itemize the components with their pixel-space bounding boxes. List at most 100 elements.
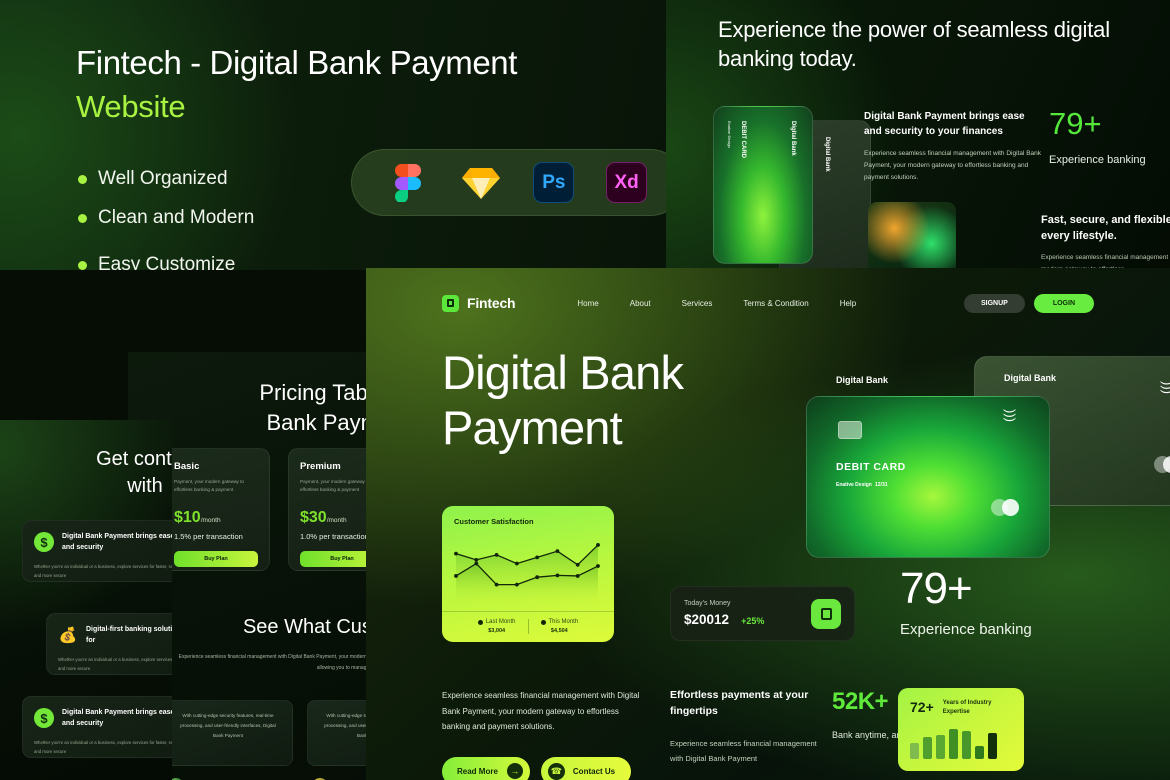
- features-heading-line2: with: [127, 475, 163, 497]
- effortless-title: Effortless payments at your fingertips: [670, 689, 809, 717]
- feature-card-head: $ Digital Bank Payment brings ease and s…: [34, 531, 172, 553]
- hero-paragraph: Experience seamless financial management…: [442, 691, 640, 732]
- read-more-button[interactable]: Read More →: [442, 756, 530, 780]
- card-chip-icon: [838, 421, 862, 439]
- bar: [923, 737, 932, 759]
- experience-stat-value: 79+: [900, 564, 973, 613]
- hero-bottom-text-block: Experience seamless financial management…: [442, 688, 647, 780]
- feature-text: Whether you're an individual or a busine…: [34, 564, 172, 579]
- hero-title-line1: Digital Bank: [442, 346, 684, 399]
- showcase-block1-text: Experience seamless financial management…: [864, 150, 1042, 182]
- legend-marker-icon: [540, 619, 546, 625]
- feature-card: $ Digital Bank Payment brings ease and s…: [22, 696, 172, 758]
- hero-title-line2: Payment: [442, 400, 623, 454]
- hero-card-stack: Digital Bank ))) Digital Bank DEBIT CARD…: [806, 356, 1170, 558]
- photoshop-icon: Ps: [533, 162, 575, 204]
- bar: [949, 728, 958, 759]
- feature-card-head: 💰 Digital-first banking solutions built …: [58, 624, 172, 646]
- feature-card: $ Digital Bank Payment brings ease and s…: [22, 520, 172, 582]
- legend-marker-icon: [477, 619, 483, 625]
- promo-subtitle: Website: [76, 89, 186, 124]
- navbar: Fintech Home About Services Terms & Cond…: [366, 286, 1170, 320]
- promo-feature-list: Well Organized Clean and Modern Easy Cus…: [78, 168, 254, 270]
- hero-title: Digital Bank Payment: [442, 346, 782, 456]
- testimonial-author: Jessica - Tech Enthusiast ★★★★★: [168, 772, 268, 780]
- promo-title: Fintech - Digital Bank Payment: [76, 44, 518, 81]
- satisfaction-line-chart: [454, 543, 600, 606]
- money-value: $20012: [684, 612, 730, 627]
- card-type-label: DEBIT CARD: [836, 461, 906, 473]
- bar: [988, 733, 997, 759]
- feature-card: 💰 Digital-first banking solutions built …: [46, 613, 172, 675]
- adobe-xd-icon: Xd: [606, 162, 648, 204]
- photoshop-label: Ps: [533, 162, 575, 203]
- plan-transaction: 1.5% per transaction: [174, 531, 243, 541]
- nav-item-about[interactable]: About: [630, 299, 651, 308]
- feature-title: Digital-first banking solutions built fo…: [86, 626, 172, 645]
- contact-us-label: Contact Us: [572, 766, 616, 776]
- testimonial-text: With cutting-edge security features, rea…: [180, 713, 276, 739]
- chart-title: Customer Satisfaction: [454, 517, 534, 526]
- fintech-logo-icon: [442, 294, 459, 312]
- brand-logo[interactable]: Fintech: [442, 294, 516, 312]
- bullet-icon: [78, 213, 87, 223]
- features-heading-line1: Get control: [96, 448, 172, 470]
- pricing-card-basic[interactable]: Basic Payment, your modern gateway to ef…: [162, 448, 270, 571]
- experience-stat-label: Experience banking: [900, 621, 1032, 638]
- list-item: Well Organized: [78, 168, 254, 190]
- feature-title: Digital Bank Payment brings ease and sec…: [62, 709, 172, 728]
- todays-money-widget: Today's Money $20012 +25%: [670, 586, 855, 641]
- legend-label: This Month: [548, 619, 579, 625]
- list-item: Clean and Modern: [78, 207, 254, 229]
- adobe-xd-label: Xd: [606, 162, 648, 203]
- card-logo-circle: [1002, 499, 1019, 516]
- effortless-block: Effortless payments at your fingertips E…: [670, 688, 820, 766]
- customer-satisfaction-card: Customer Satisfaction Last Month $3,004: [442, 506, 614, 642]
- plan-name: Basic: [174, 461, 200, 472]
- nav-item-services[interactable]: Services: [682, 299, 713, 308]
- login-button[interactable]: LOGIN: [1033, 293, 1094, 313]
- promo-panel: Fintech - Digital Bank Payment Website W…: [0, 0, 666, 270]
- showcase-stat-label: Experience banking: [1049, 154, 1146, 166]
- money-label: Today's Money: [684, 600, 731, 607]
- read-more-label: Read More: [457, 766, 498, 776]
- nav-item-home[interactable]: Home: [577, 299, 598, 308]
- plan-price-period: /month: [326, 516, 347, 524]
- promo-feature-label: Well Organized: [98, 168, 228, 189]
- signup-button[interactable]: SIGNUP: [963, 293, 1025, 313]
- testimonial-card: With cutting-edge security features, rea…: [163, 700, 293, 766]
- promo-feature-label: Clean and Modern: [98, 207, 255, 228]
- hero-cta-group: Read More → ☎ Contact Us: [442, 756, 647, 780]
- contact-us-button[interactable]: ☎ Contact Us: [540, 756, 632, 780]
- expertise-value: 72+: [910, 699, 934, 715]
- buy-plan-button[interactable]: Buy Plan: [174, 550, 258, 567]
- brand-name: Fintech: [467, 295, 516, 311]
- wallet-icon: [811, 598, 841, 629]
- expertise-bar-chart: [910, 726, 1012, 759]
- pricing-cards: Basic Payment, your modern gateway to ef…: [162, 448, 396, 571]
- bullet-icon: [78, 174, 87, 184]
- feature-title: Digital Bank Payment brings ease and sec…: [62, 533, 172, 552]
- plan-price-period: /month: [200, 516, 221, 524]
- legend-row: This Month: [540, 619, 579, 625]
- money-row: $20012 +25%: [684, 612, 811, 627]
- arrow-right-icon: →: [506, 763, 523, 780]
- legend-label: Last Month: [485, 619, 516, 625]
- money-change: +25%: [741, 616, 765, 626]
- hero-mockup: Fintech Home About Services Terms & Cond…: [366, 268, 1170, 780]
- feature-card-head: $ Digital Bank Payment brings ease and s…: [34, 707, 172, 729]
- contactless-icon: ))): [1003, 409, 1018, 422]
- bank-card-designer-label: Enative Design: [727, 121, 732, 148]
- legend-this-month: This Month $4,504: [540, 619, 579, 634]
- dollar-coin-icon: $: [34, 532, 54, 553]
- nav-item-terms[interactable]: Terms & Condition: [743, 299, 808, 308]
- showcase-block2-title: Fast, secure, and flexible payment solut…: [1041, 214, 1170, 242]
- bank-card-bank-label: Digital Bank: [790, 121, 796, 156]
- nav-item-help[interactable]: Help: [840, 299, 856, 308]
- feature-text: Whether you're an individual or a busine…: [58, 657, 172, 672]
- lifestyle-photo: [868, 202, 956, 277]
- bank-card-type-label: DEBIT CARD: [740, 121, 746, 158]
- legend-value: $4,504: [550, 628, 568, 634]
- legend-divider: [527, 619, 529, 634]
- experience-stat: 79+ Experience banking: [900, 564, 1032, 641]
